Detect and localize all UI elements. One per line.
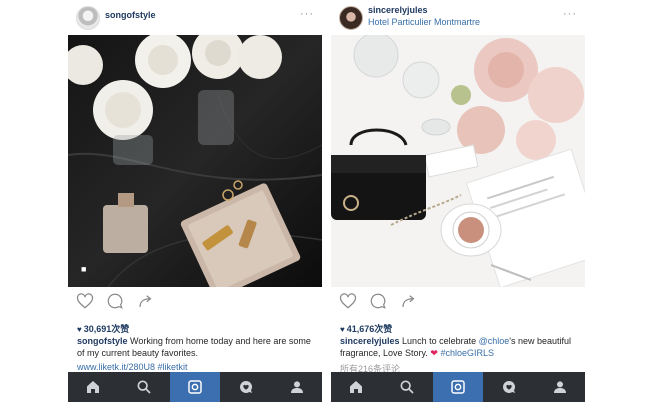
home-icon <box>350 381 363 393</box>
post-card-sincerelyjules: sincerelyjules Hotel Particulier Montmar… <box>331 0 585 402</box>
share-icon[interactable] <box>137 292 155 310</box>
post-username[interactable]: sincerelyjules <box>368 5 428 15</box>
activity-icon <box>239 381 252 393</box>
post-location[interactable]: Hotel Particulier Montmartre <box>368 17 480 27</box>
caption-hashtag[interactable]: #chloeGIRLS <box>438 348 494 358</box>
search-icon <box>137 380 151 394</box>
more-options-icon[interactable]: ··· <box>300 8 314 20</box>
search-icon <box>400 380 414 394</box>
tab-bar <box>68 372 322 402</box>
post-caption: sincerelyjules Lunch to celebrate @chloe… <box>340 335 578 359</box>
like-count[interactable]: ♥ 30,691次赞 <box>77 322 129 335</box>
person-tag-icon[interactable]: ■ <box>81 264 86 274</box>
tab-bar <box>331 372 585 402</box>
like-count-text: 41,676次赞 <box>346 324 393 334</box>
share-icon[interactable] <box>400 292 418 310</box>
avatar[interactable] <box>76 6 100 30</box>
more-options-icon[interactable]: ··· <box>563 8 577 20</box>
activity-icon <box>502 381 515 393</box>
post-photo[interactable] <box>331 35 585 287</box>
tab-search[interactable] <box>382 372 433 402</box>
tab-camera[interactable] <box>169 372 221 402</box>
caption-link[interactable]: www.liketk.it/280U8 #liketkit <box>77 362 188 372</box>
post-actions <box>339 292 426 310</box>
small-heart-icon: ♥ <box>77 325 82 334</box>
like-heart-icon[interactable] <box>339 292 357 310</box>
red-heart-emoji: ❤ <box>430 348 438 358</box>
profile-icon <box>553 381 566 393</box>
home-icon <box>87 381 100 393</box>
caption-username[interactable]: songofstyle <box>77 336 128 346</box>
post-header: songofstyle ··· <box>68 0 322 35</box>
caption-text: Lunch to celebrate <box>399 336 479 346</box>
like-count-text: 30,691次赞 <box>83 324 130 334</box>
post-photo[interactable]: ■ <box>68 35 322 287</box>
comment-icon[interactable] <box>369 292 387 310</box>
tab-profile[interactable] <box>271 372 322 402</box>
comment-icon[interactable] <box>106 292 124 310</box>
post-header: sincerelyjules Hotel Particulier Montmar… <box>331 0 585 35</box>
like-count[interactable]: ♥ 41,676次赞 <box>340 322 392 335</box>
post-username[interactable]: songofstyle <box>105 10 156 20</box>
tab-activity[interactable] <box>220 372 271 402</box>
tab-search[interactable] <box>119 372 170 402</box>
camera-icon <box>451 380 465 394</box>
post-caption: songofstyle Working from home today and … <box>77 335 315 359</box>
tab-activity[interactable] <box>483 372 534 402</box>
like-heart-icon[interactable] <box>76 292 94 310</box>
profile-icon <box>290 381 303 393</box>
tab-camera[interactable] <box>432 372 484 402</box>
caption-username[interactable]: sincerelyjules <box>340 336 400 346</box>
post-card-songofstyle: songofstyle ··· ■ ♥ 30,691次赞 songofstyle… <box>68 0 322 402</box>
tab-home[interactable] <box>331 372 382 402</box>
small-heart-icon: ♥ <box>340 325 345 334</box>
camera-icon <box>188 380 202 394</box>
post-actions <box>76 292 163 310</box>
tab-home[interactable] <box>68 372 119 402</box>
avatar[interactable] <box>339 6 363 30</box>
caption-mention[interactable]: @chloe <box>479 336 510 346</box>
tab-profile[interactable] <box>534 372 585 402</box>
